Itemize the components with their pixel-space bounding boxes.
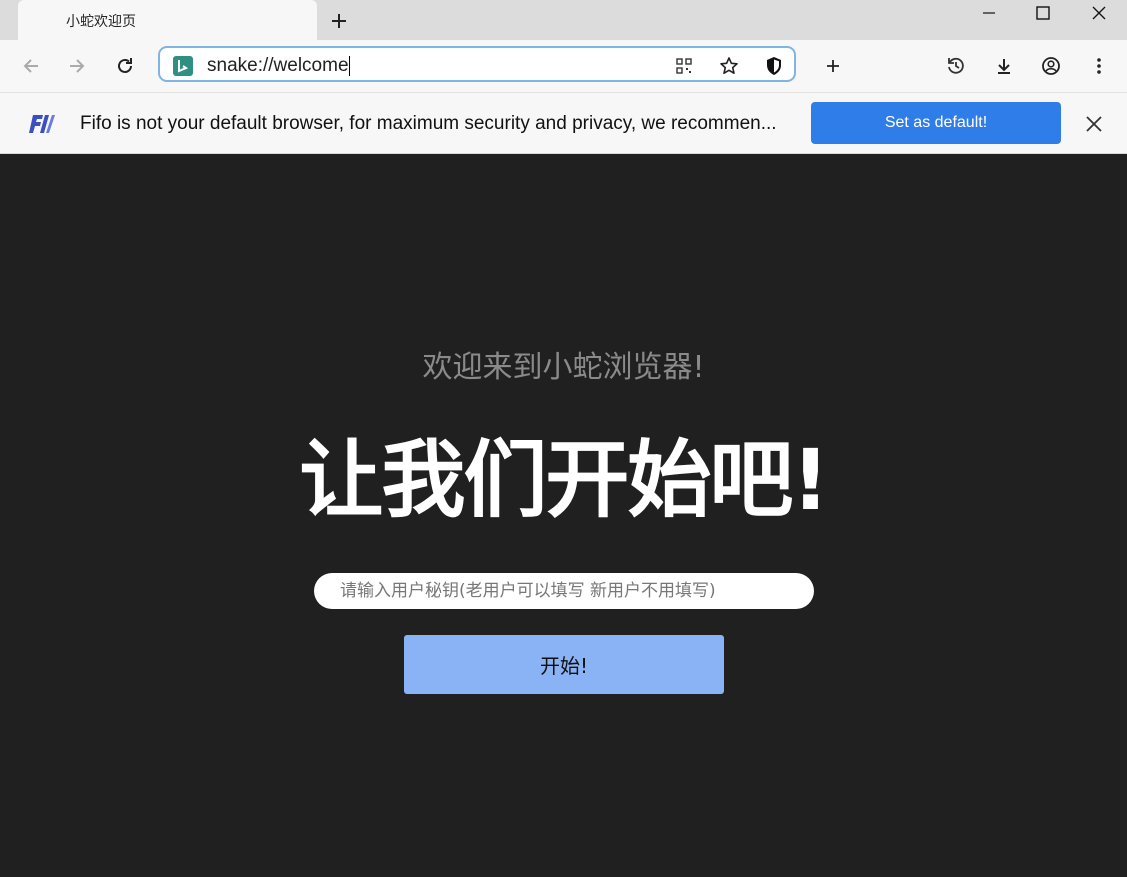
bookmark-star-icon bbox=[720, 57, 738, 74]
default-browser-infobar: Fifo is not your default browser, for ma… bbox=[0, 92, 1127, 154]
site-favicon-icon bbox=[173, 56, 193, 76]
plus-icon bbox=[332, 14, 346, 28]
address-bar[interactable]: snake://welcome bbox=[158, 46, 796, 82]
title-bar: 小蛇欢迎页 bbox=[0, 0, 1127, 40]
infobar-close-button[interactable] bbox=[1081, 111, 1107, 137]
tab-active[interactable]: 小蛇欢迎页 bbox=[18, 0, 317, 40]
toolbar: snake://welcome bbox=[0, 40, 1127, 92]
welcome-page: 欢迎来到小蛇浏览器! 让我们开始吧! 开始! bbox=[0, 155, 1127, 877]
fifo-logo-icon bbox=[29, 115, 55, 133]
history-button[interactable] bbox=[943, 53, 969, 79]
back-arrow-icon bbox=[23, 59, 38, 73]
url-text[interactable]: snake://welcome bbox=[207, 56, 350, 76]
download-icon bbox=[998, 59, 1010, 74]
add-button[interactable] bbox=[820, 53, 846, 79]
plus-icon bbox=[827, 60, 839, 72]
forward-button[interactable] bbox=[64, 53, 90, 79]
user-key-input[interactable] bbox=[314, 573, 814, 609]
account-icon bbox=[1042, 57, 1060, 75]
menu-button[interactable] bbox=[1086, 53, 1112, 79]
shield-icon bbox=[767, 57, 781, 75]
new-tab-button[interactable] bbox=[326, 8, 352, 34]
bookmark-button[interactable] bbox=[717, 54, 741, 78]
security-button[interactable] bbox=[762, 54, 786, 78]
minimize-button[interactable] bbox=[962, 0, 1016, 26]
qr-code-icon bbox=[676, 58, 692, 74]
window-close-button[interactable] bbox=[1072, 0, 1126, 26]
more-vert-icon bbox=[1097, 58, 1101, 74]
close-icon bbox=[1086, 116, 1102, 132]
welcome-text: 欢迎来到小蛇浏览器! bbox=[422, 350, 705, 385]
start-button[interactable]: 开始! bbox=[404, 635, 724, 694]
reload-icon bbox=[118, 58, 132, 73]
reload-button[interactable] bbox=[112, 53, 138, 79]
minimize-icon bbox=[983, 12, 995, 14]
qr-code-button[interactable] bbox=[672, 54, 696, 78]
set-default-button[interactable]: Set as default! bbox=[811, 102, 1061, 144]
page-headline: 让我们开始吧! bbox=[299, 431, 829, 529]
maximize-icon bbox=[1036, 6, 1050, 20]
tab-title: 小蛇欢迎页 bbox=[66, 13, 136, 29]
history-icon bbox=[948, 57, 964, 74]
text-caret bbox=[348, 56, 350, 76]
maximize-button[interactable] bbox=[1016, 0, 1070, 26]
download-button[interactable] bbox=[991, 53, 1017, 79]
back-button[interactable] bbox=[18, 53, 44, 79]
forward-arrow-icon bbox=[70, 59, 85, 73]
close-icon bbox=[1092, 6, 1106, 20]
account-button[interactable] bbox=[1038, 53, 1064, 79]
infobar-message: Fifo is not your default browser, for ma… bbox=[80, 113, 777, 134]
